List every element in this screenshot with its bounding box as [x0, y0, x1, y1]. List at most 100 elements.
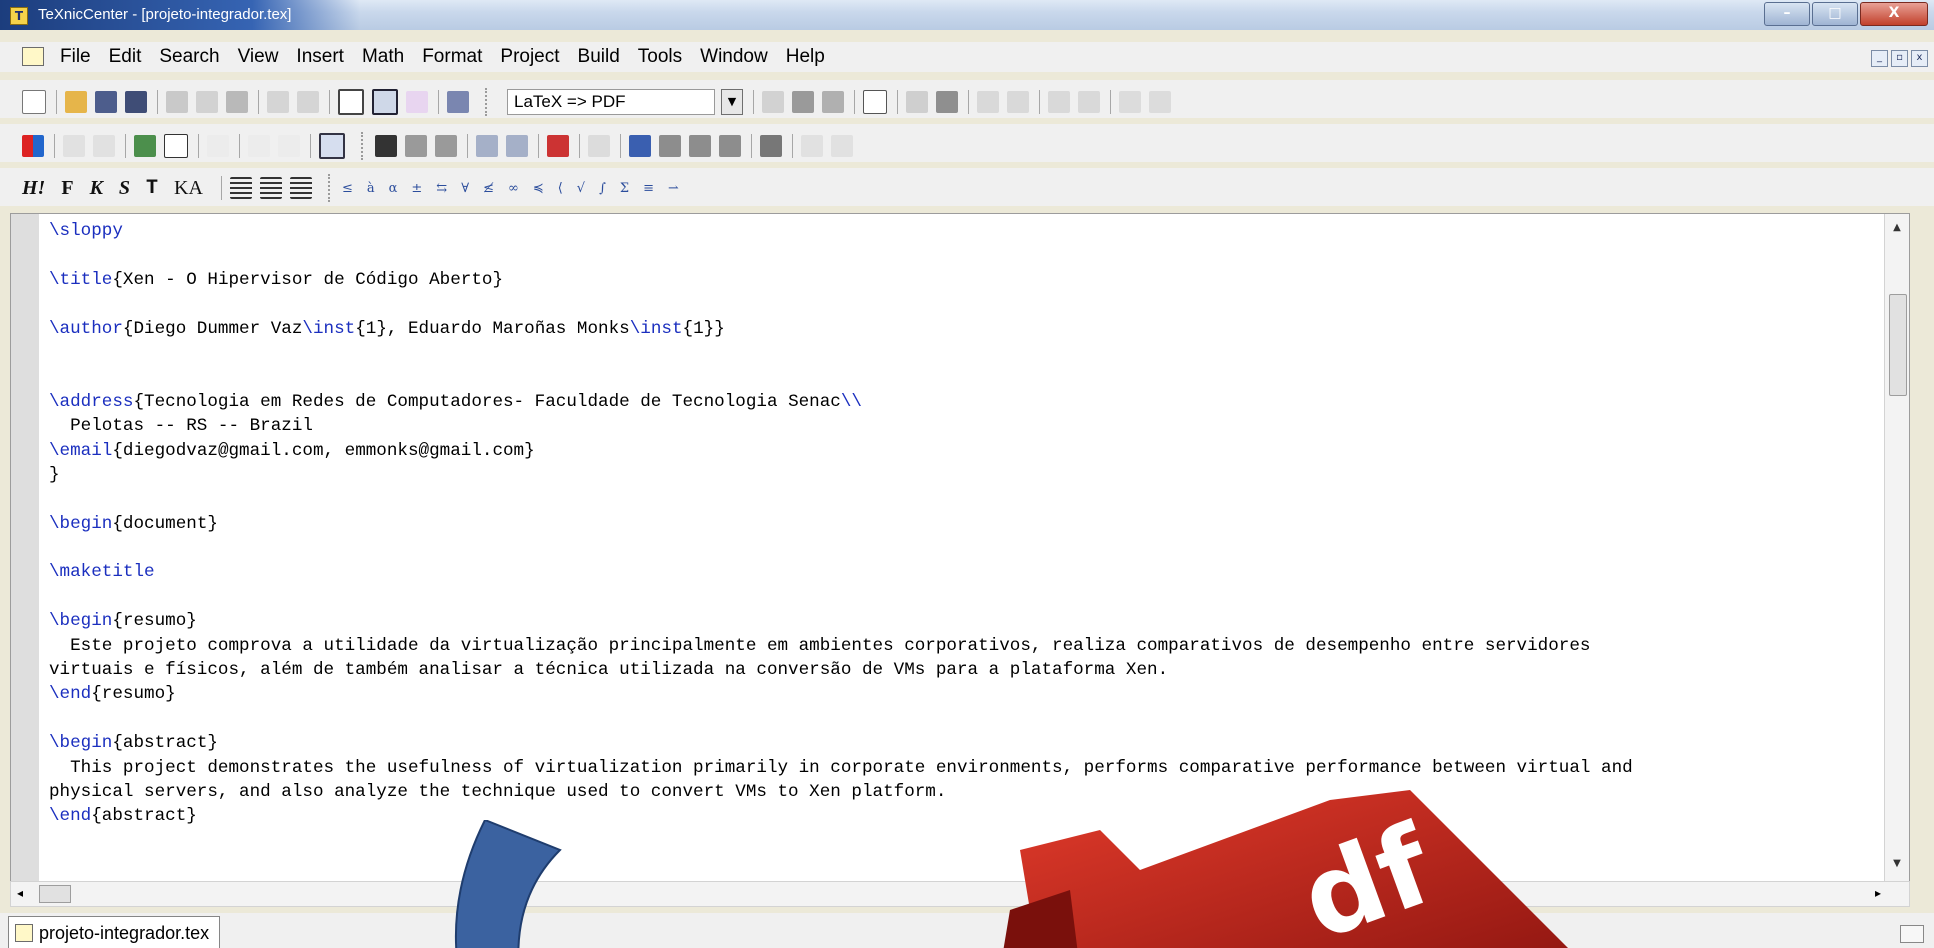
bullet-list-icon[interactable]: [63, 135, 85, 157]
relation-icon[interactable]: ≤: [342, 181, 353, 196]
view-output-icon[interactable]: [372, 89, 398, 115]
indent-icon[interactable]: [801, 135, 823, 157]
open-folder-icon[interactable]: [65, 91, 87, 113]
code-line[interactable]: \end{abstract}: [49, 804, 1899, 828]
tab-projeto-integrador[interactable]: projeto-integrador.tex: [8, 916, 221, 948]
close-button[interactable]: X: [1860, 2, 1928, 26]
delimiter-icon[interactable]: ⟨: [558, 181, 563, 196]
align-right-icon[interactable]: [289, 177, 312, 199]
menu-search[interactable]: Search: [159, 46, 219, 68]
negated-relation-icon[interactable]: ≰: [483, 181, 494, 196]
bookmark-list-icon[interactable]: [719, 135, 741, 157]
redo-icon[interactable]: [297, 91, 319, 113]
integral-icon[interactable]: ∫: [599, 181, 606, 196]
code-line[interactable]: \email{diegodvaz@gmail.com, emmonks@gmai…: [49, 439, 1899, 463]
view-document-icon[interactable]: [863, 90, 887, 114]
code-line[interactable]: [49, 536, 1899, 560]
scroll-up-icon[interactable]: ▲: [1889, 222, 1905, 238]
code-line[interactable]: This project demonstrates the usefulness…: [49, 756, 1899, 780]
code-line[interactable]: [49, 292, 1899, 316]
align-center-icon[interactable]: [259, 177, 282, 199]
greek-icon[interactable]: α: [389, 181, 398, 196]
new-file-icon[interactable]: [22, 90, 46, 114]
maximize-button[interactable]: □: [1812, 2, 1858, 26]
code-line[interactable]: \begin{abstract}: [49, 731, 1899, 755]
horizontal-scrollbar[interactable]: ◂ ▸: [10, 881, 1910, 907]
bookmark-toggle-icon[interactable]: [629, 135, 651, 157]
document-icon[interactable]: [22, 47, 44, 66]
mdi-restore-icon[interactable]: ▫: [1891, 50, 1908, 67]
spell-check-icon[interactable]: [760, 135, 782, 157]
prev-error-icon[interactable]: [1007, 91, 1029, 113]
code-line[interactable]: virtuais e físicos, além de também anali…: [49, 658, 1899, 682]
code-editor[interactable]: \sloppy \title{Xen - O Hipervisor de Códi…: [10, 213, 1910, 883]
build-all-icon[interactable]: [792, 91, 814, 113]
save-icon[interactable]: [95, 91, 117, 113]
italic-button[interactable]: K: [90, 177, 103, 200]
replace-icon[interactable]: [476, 135, 498, 157]
save-all-icon[interactable]: [125, 91, 147, 113]
outdent-icon[interactable]: [831, 135, 853, 157]
next-warning-icon[interactable]: [1048, 91, 1070, 113]
fraction-icon[interactable]: [278, 135, 300, 157]
build-current-icon[interactable]: [936, 91, 958, 113]
menu-view[interactable]: View: [238, 46, 279, 68]
vertical-scrollbar[interactable]: ▲ ▼: [1884, 214, 1909, 882]
find-prev-icon[interactable]: [435, 135, 457, 157]
sum-icon[interactable]: Σ: [620, 181, 629, 196]
prev-bad-box-icon[interactable]: [1149, 91, 1171, 113]
slanted-button[interactable]: S: [119, 177, 130, 200]
cut-icon[interactable]: [166, 91, 188, 113]
code-text[interactable]: \sloppy \title{Xen - O Hipervisor de Códi…: [49, 219, 1899, 829]
binary-op-icon[interactable]: ±: [411, 181, 422, 196]
replace-all-icon[interactable]: [506, 135, 528, 157]
chevron-down-icon[interactable]: ▼: [721, 89, 743, 115]
accent-icon[interactable]: à: [367, 181, 375, 196]
title-bar[interactable]: T TeXnicCenter - [projeto-integrador.tex…: [0, 0, 1934, 30]
stack-icon[interactable]: ≡: [643, 181, 654, 196]
code-line[interactable]: [49, 243, 1899, 267]
arrow-icon[interactable]: ⇆: [436, 181, 447, 196]
stop-build-icon[interactable]: [822, 91, 844, 113]
menu-tools[interactable]: Tools: [638, 46, 682, 68]
project-icon[interactable]: [447, 91, 469, 113]
scroll-thumb[interactable]: [1889, 294, 1907, 396]
code-line[interactable]: physical servers, and also analyze the t…: [49, 780, 1899, 804]
bold-button[interactable]: F: [61, 177, 73, 200]
build-icon[interactable]: [762, 91, 784, 113]
code-line[interactable]: [49, 365, 1899, 389]
menu-file[interactable]: File: [60, 46, 91, 68]
tile-windows-icon[interactable]: [1900, 925, 1924, 943]
next-error-icon[interactable]: [977, 91, 999, 113]
scroll-left-icon[interactable]: ◂: [17, 886, 23, 900]
undo-icon[interactable]: [267, 91, 289, 113]
table-icon[interactable]: [164, 134, 188, 158]
paste-icon[interactable]: [226, 91, 248, 113]
code-line[interactable]: [49, 487, 1899, 511]
code-line[interactable]: }: [49, 463, 1899, 487]
scroll-down-icon[interactable]: ▼: [1889, 858, 1905, 874]
bookmark-clear-icon[interactable]: [689, 135, 711, 157]
code-line[interactable]: \maketitle: [49, 560, 1899, 584]
output-profile-select[interactable]: LaTeX => PDF ▼: [507, 89, 743, 115]
code-line[interactable]: [49, 341, 1899, 365]
scroll-right-icon[interactable]: ▸: [1875, 886, 1881, 900]
code-line[interactable]: [49, 585, 1899, 609]
infinity-icon[interactable]: ∞: [508, 181, 519, 196]
root-icon[interactable]: √: [577, 181, 585, 196]
picture-icon[interactable]: [134, 135, 156, 157]
minimize-button[interactable]: –: [1764, 2, 1810, 26]
code-line[interactable]: \begin{resumo}: [49, 609, 1899, 633]
superscript-icon[interactable]: [207, 135, 229, 157]
ams-relation-icon[interactable]: ≼: [533, 181, 544, 196]
menu-help[interactable]: Help: [786, 46, 825, 68]
code-line[interactable]: \address{Tecnologia em Redes de Computad…: [49, 390, 1899, 414]
bookmark-next-icon[interactable]: [659, 135, 681, 157]
smallcaps-button[interactable]: KA: [174, 177, 203, 200]
ab-icon[interactable]: [406, 91, 428, 113]
window-icon[interactable]: [338, 89, 364, 115]
code-line[interactable]: \author{Diego Dummer Vaz\inst{1}, Eduard…: [49, 317, 1899, 341]
next-bad-box-icon[interactable]: [1119, 91, 1141, 113]
menu-project[interactable]: Project: [500, 46, 559, 68]
code-line[interactable]: [49, 707, 1899, 731]
